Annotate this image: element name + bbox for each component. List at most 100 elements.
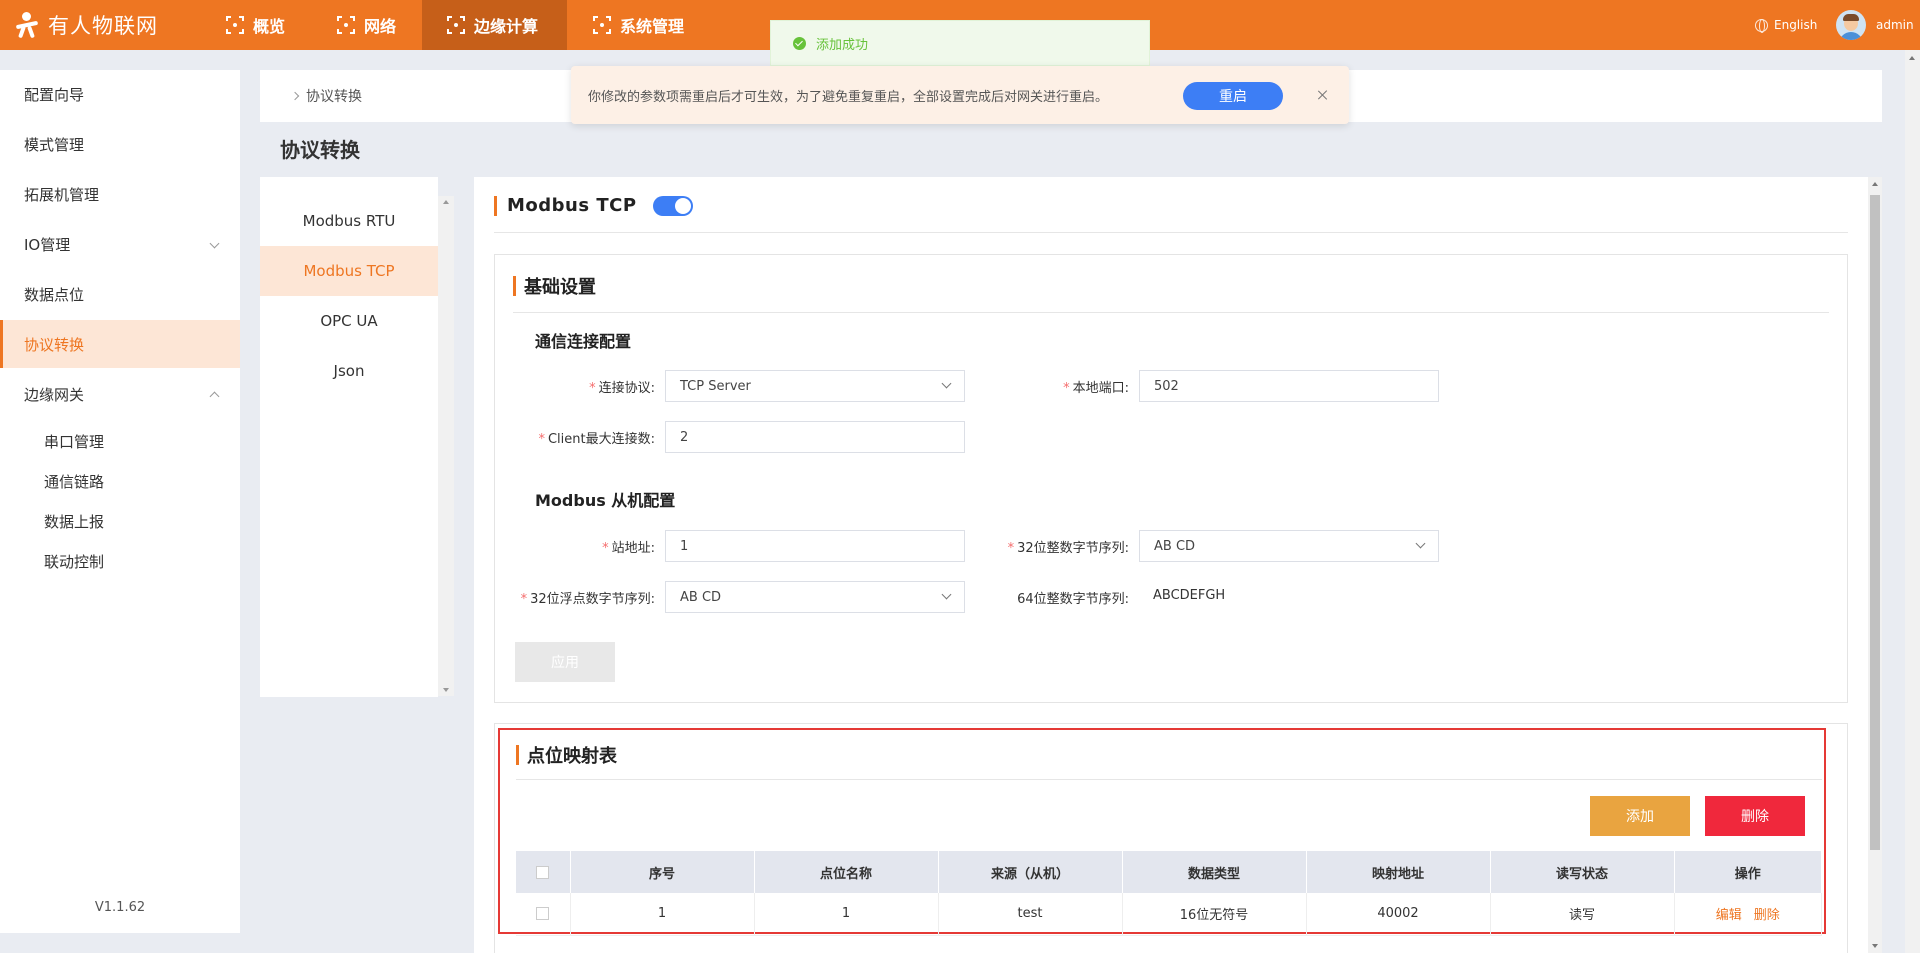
nav-system-label: 系统管理 — [620, 17, 685, 36]
version-label: V1.1.62 — [94, 900, 146, 915]
cell-index: 1 — [570, 893, 755, 936]
select-all-checkbox[interactable] — [536, 865, 550, 879]
sidebar-item-io-management[interactable]: IO管理 — [0, 220, 240, 268]
protocol-label: Modbus TCP — [303, 262, 395, 280]
protocol-item-opc-ua[interactable]: OPC UA — [260, 296, 438, 346]
nav-overview-label: 概览 — [253, 17, 286, 36]
divider — [513, 312, 1829, 313]
int64-order-value: ABCDEFGH — [1153, 588, 1226, 603]
add-button[interactable]: 添加 — [1590, 796, 1690, 836]
sidebar-item-protocol-conversion[interactable]: 协议转换 — [0, 320, 240, 368]
page-scrollbar[interactable] — [1905, 50, 1920, 953]
sidebar-sub-data-report[interactable]: 数据上报 — [44, 506, 104, 536]
nav-overview[interactable]: 概览 — [226, 0, 285, 50]
sidebar-sub-comm-link[interactable]: 通信链路 — [44, 466, 104, 496]
title-accent-bar — [516, 745, 519, 765]
col-point-name: 点位名称 — [754, 851, 939, 893]
float32-order-select[interactable]: AB CD — [665, 581, 965, 613]
col-map-address: 映射地址 — [1306, 851, 1491, 893]
port-value: 502 — [1154, 378, 1179, 394]
basic-settings-header: 基础设置 — [513, 273, 596, 299]
protocol-item-modbus-tcp[interactable]: Modbus TCP — [260, 246, 438, 296]
title-accent-bar — [513, 276, 516, 296]
chevron-down-icon — [209, 238, 220, 249]
max-client-value: 2 — [680, 429, 689, 445]
restart-button[interactable]: 重启 — [1183, 82, 1283, 110]
table-header-row: 序号 点位名称 来源（从机） 数据类型 映射地址 读写状态 操作 — [516, 851, 1822, 893]
nav-edge-computing[interactable]: 边缘计算 — [422, 0, 567, 50]
row-checkbox[interactable] — [536, 907, 550, 921]
cell-actions: 编辑 删除 — [1674, 893, 1822, 936]
basic-settings-title: 基础设置 — [524, 277, 596, 298]
cell-rw-status: 读写 — [1490, 893, 1675, 936]
protocol-list-scrollbar[interactable] — [438, 196, 454, 696]
port-input[interactable]: 502 — [1139, 370, 1439, 402]
float32-order-label: * 32位浮点数字节序列: — [520, 592, 655, 607]
nav-system-management[interactable]: 系统管理 — [593, 0, 684, 50]
cell-map-address: 40002 — [1306, 893, 1491, 936]
port-label: * 本地端口: — [1063, 381, 1129, 396]
sidebar-item-edge-gateway[interactable]: 边缘网关 — [0, 370, 240, 418]
edit-link[interactable]: 编辑 — [1716, 908, 1742, 923]
protocol-label: Modbus RTU — [302, 212, 396, 230]
mapping-table: 序号 点位名称 来源（从机） 数据类型 映射地址 读写状态 操作 1 1 tes… — [516, 851, 1822, 936]
mapping-title: 点位映射表 — [527, 746, 617, 767]
chevron-down-icon — [1415, 538, 1426, 549]
delete-button[interactable]: 删除 — [1705, 796, 1805, 836]
station-value: 1 — [680, 538, 689, 554]
close-icon[interactable] — [1317, 89, 1329, 101]
sidebar-item-expansion-management[interactable]: 拓展机管理 — [0, 170, 240, 218]
sidebar-sub-serial[interactable]: 串口管理 — [44, 426, 104, 456]
user-menu[interactable]: admin — [1836, 0, 1914, 50]
protocol-list: Modbus RTU Modbus TCP OPC UA Json — [260, 177, 438, 697]
protocol-select[interactable]: TCP Server — [665, 370, 965, 402]
sidebar-item-config-wizard[interactable]: 配置向导 — [0, 70, 240, 118]
brand-logo[interactable]: 有人物联网 — [14, 0, 158, 50]
breadcrumb-current[interactable]: 协议转换 — [306, 86, 362, 106]
sidebar-item-mode-management[interactable]: 模式管理 — [0, 120, 240, 168]
station-input[interactable]: 1 — [665, 530, 965, 562]
cell-data-type: 16位无符号 — [1122, 893, 1307, 936]
col-rw-status: 读写状态 — [1490, 851, 1675, 893]
sidebar-sub-label: 串口管理 — [44, 432, 105, 451]
chevron-up-icon — [209, 391, 220, 402]
scroll-up-icon[interactable] — [443, 200, 449, 204]
max-client-input[interactable]: 2 — [665, 421, 965, 453]
int32-order-select[interactable]: AB CD — [1139, 530, 1439, 562]
language-label: English — [1774, 18, 1818, 32]
nav-network[interactable]: 网络 — [337, 0, 396, 50]
sidebar-item-data-points[interactable]: 数据点位 — [0, 270, 240, 318]
slave-config-title: Modbus 从机配置 — [535, 491, 676, 510]
modbus-tcp-panel: Modbus TCP 基础设置 通信连接配置 * 连接协议: TCP Server… — [474, 177, 1868, 953]
brand-name: 有人物联网 — [48, 14, 158, 38]
sidebar-sub-linkage-control[interactable]: 联动控制 — [44, 546, 104, 576]
scroll-up-icon[interactable] — [1872, 182, 1878, 186]
scroll-up-icon[interactable] — [1909, 56, 1915, 60]
apply-button[interactable]: 应用 — [515, 642, 615, 682]
scrollbar-thumb[interactable] — [1870, 195, 1880, 850]
focus-frame-icon — [593, 16, 611, 34]
breadcrumb: 协议转换 — [290, 70, 362, 122]
scroll-down-icon[interactable] — [1872, 944, 1878, 948]
int64-order-label: 64位整数字节序列: — [1017, 592, 1129, 607]
panel-title: Modbus TCP — [507, 195, 637, 216]
table-row: 1 1 test 16位无符号 40002 读写 编辑 删除 — [516, 893, 1822, 936]
cell-source: test — [938, 893, 1123, 936]
sidebar-sub-label: 通信链路 — [44, 472, 105, 491]
protocol-item-modbus-rtu[interactable]: Modbus RTU — [260, 196, 438, 246]
content-scrollbar[interactable] — [1868, 177, 1882, 953]
username: admin — [1876, 18, 1914, 32]
protocol-item-json[interactable]: Json — [260, 346, 438, 396]
nav-network-label: 网络 — [364, 17, 397, 36]
mapping-header: 点位映射表 — [516, 742, 617, 768]
col-index: 序号 — [570, 851, 755, 893]
scroll-down-icon[interactable] — [443, 688, 449, 692]
enable-toggle[interactable] — [652, 195, 693, 216]
divider — [494, 232, 1848, 233]
sidebar-item-label: 数据点位 — [24, 285, 85, 304]
col-actions: 操作 — [1674, 851, 1822, 893]
delete-link[interactable]: 删除 — [1754, 908, 1780, 923]
row-select-cell — [516, 893, 571, 936]
language-switch[interactable]: English — [1755, 0, 1817, 50]
sidebar-sub-label: 联动控制 — [44, 552, 105, 571]
